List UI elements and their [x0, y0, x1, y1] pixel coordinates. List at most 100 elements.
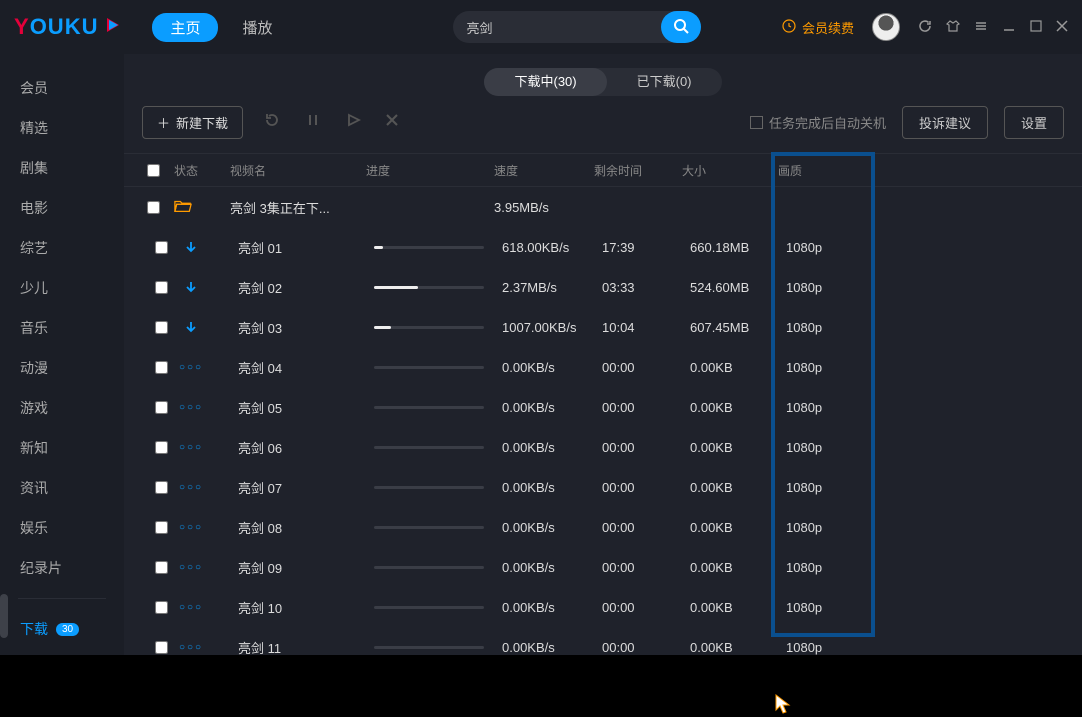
- sidebar-item[interactable]: 纪录片: [0, 548, 124, 588]
- folder-row[interactable]: 亮剑 3集正在下... 3.95MB/s: [124, 187, 1082, 227]
- tab-downloading[interactable]: 下载中(30): [484, 68, 606, 96]
- settings-button[interactable]: 设置: [1004, 106, 1064, 139]
- download-arrow-icon: [182, 278, 200, 296]
- table-row[interactable]: ○○○亮剑 090.00KB/s00:000.00KB1080p: [124, 547, 1082, 587]
- maximize-icon[interactable]: [1030, 19, 1042, 35]
- row-remain: 00:00: [602, 480, 690, 495]
- sidebar-item[interactable]: 动漫: [0, 348, 124, 388]
- row-speed: 0.00KB/s: [502, 480, 602, 495]
- body: 会员精选剧集电影综艺少儿音乐动漫游戏新知资讯娱乐纪录片 下载 30 上传 下载中…: [0, 54, 1082, 655]
- table-row[interactable]: ○○○亮剑 070.00KB/s00:000.00KB1080p: [124, 467, 1082, 507]
- col-header-remain: 剩余时间: [594, 162, 682, 179]
- play-icon[interactable]: [341, 108, 365, 137]
- sidebar-item-label: 会员: [20, 78, 48, 98]
- progress-bar: [374, 326, 484, 329]
- col-header-name: 视频名: [230, 162, 366, 179]
- sidebar-item-download[interactable]: 下载 30: [0, 609, 124, 649]
- sidebar-item[interactable]: 精选: [0, 108, 124, 148]
- sidebar-item[interactable]: 会员: [0, 68, 124, 108]
- top-bar: YOUKU 主页 播放 会员续费: [0, 0, 1082, 54]
- row-quality: 1080p: [786, 520, 860, 535]
- table-row[interactable]: ○○○亮剑 060.00KB/s00:000.00KB1080p: [124, 427, 1082, 467]
- sidebar-item-label: 音乐: [20, 318, 48, 338]
- auto-shutdown-toggle[interactable]: 任务完成后自动关机: [750, 113, 886, 132]
- sidebar-item-upload[interactable]: 上传: [0, 649, 124, 655]
- table-row[interactable]: ○○○亮剑 110.00KB/s00:000.00KB1080p: [124, 627, 1082, 655]
- refresh-icon[interactable]: [918, 19, 932, 36]
- restart-icon[interactable]: [259, 107, 285, 138]
- row-size: 0.00KB: [690, 480, 786, 495]
- sidebar-item-label: 剧集: [20, 158, 48, 178]
- sidebar-scrollbar[interactable]: [0, 594, 8, 638]
- search-button[interactable]: [661, 11, 701, 43]
- progress-bar: [374, 486, 484, 489]
- row-checkbox[interactable]: [155, 321, 168, 334]
- row-checkbox[interactable]: [155, 281, 168, 294]
- nav-play[interactable]: 播放: [242, 17, 272, 38]
- sidebar-item[interactable]: 新知: [0, 428, 124, 468]
- row-checkbox[interactable]: [155, 441, 168, 454]
- table-row[interactable]: 亮剑 031007.00KB/s10:04607.45MB1080p: [124, 307, 1082, 347]
- sidebar-item[interactable]: 音乐: [0, 308, 124, 348]
- nav-home[interactable]: 主页: [152, 13, 218, 42]
- row-checkbox[interactable]: [155, 521, 168, 534]
- member-renew-link[interactable]: 会员续费: [782, 18, 854, 37]
- row-size: 0.00KB: [690, 560, 786, 575]
- close-icon[interactable]: [1056, 19, 1068, 35]
- row-size: 0.00KB: [690, 360, 786, 375]
- folder-speed: 3.95MB/s: [494, 200, 594, 215]
- sidebar-item[interactable]: 娱乐: [0, 508, 124, 548]
- row-checkbox[interactable]: [155, 361, 168, 374]
- row-checkbox[interactable]: [147, 201, 160, 214]
- row-checkbox[interactable]: [155, 641, 168, 654]
- menu-icon[interactable]: [974, 19, 988, 36]
- row-quality: 1080p: [786, 400, 860, 415]
- sidebar-item[interactable]: 电影: [0, 188, 124, 228]
- download-rows: 亮剑 3集正在下... 3.95MB/s 亮剑 01618.00KB/s17:3…: [124, 187, 1082, 655]
- row-quality: 1080p: [786, 280, 860, 295]
- sidebar-item[interactable]: 综艺: [0, 228, 124, 268]
- checkbox-icon: [750, 116, 763, 129]
- sidebar-item[interactable]: 资讯: [0, 468, 124, 508]
- delete-icon[interactable]: [381, 109, 403, 136]
- sidebar-item[interactable]: 游戏: [0, 388, 124, 428]
- sidebar-item[interactable]: 剧集: [0, 148, 124, 188]
- tab-downloaded[interactable]: 已下载(0): [607, 68, 722, 96]
- sidebar: 会员精选剧集电影综艺少儿音乐动漫游戏新知资讯娱乐纪录片 下载 30 上传: [0, 54, 124, 655]
- row-checkbox[interactable]: [155, 601, 168, 614]
- search-input[interactable]: [453, 20, 661, 35]
- avatar[interactable]: [872, 13, 900, 41]
- row-checkbox[interactable]: [155, 561, 168, 574]
- topbar-right: 会员续费: [782, 13, 1068, 41]
- feedback-button[interactable]: 投诉建议: [902, 106, 988, 139]
- table-row[interactable]: ○○○亮剑 040.00KB/s00:000.00KB1080p: [124, 347, 1082, 387]
- youku-logo[interactable]: YOUKU: [14, 14, 122, 40]
- new-download-button[interactable]: ＋ 新建下载: [142, 106, 243, 139]
- folder-name: 亮剑 3集正在下...: [230, 198, 366, 217]
- pause-icon[interactable]: [301, 108, 325, 137]
- table-row[interactable]: ○○○亮剑 050.00KB/s00:000.00KB1080p: [124, 387, 1082, 427]
- row-checkbox[interactable]: [155, 241, 168, 254]
- minimize-icon[interactable]: [1002, 19, 1016, 36]
- row-checkbox[interactable]: [155, 481, 168, 494]
- plus-icon: ＋: [157, 113, 170, 132]
- logo-play-icon: [104, 14, 122, 40]
- table-header: 状态 视频名 进度 速度 剩余时间 大小 画质: [124, 153, 1082, 187]
- sidebar-item[interactable]: 少儿: [0, 268, 124, 308]
- row-remain: 00:00: [602, 600, 690, 615]
- table-row[interactable]: ○○○亮剑 100.00KB/s00:000.00KB1080p: [124, 587, 1082, 627]
- table-row[interactable]: 亮剑 022.37MB/s03:33524.60MB1080p: [124, 267, 1082, 307]
- shirt-icon[interactable]: [946, 19, 960, 36]
- select-all-checkbox[interactable]: [147, 164, 160, 177]
- table-row[interactable]: ○○○亮剑 080.00KB/s00:000.00KB1080p: [124, 507, 1082, 547]
- waiting-icon: ○○○: [182, 638, 200, 655]
- sidebar-item-label: 少儿: [20, 278, 48, 298]
- waiting-icon: ○○○: [182, 518, 200, 536]
- row-speed: 1007.00KB/s: [502, 320, 602, 335]
- row-checkbox[interactable]: [155, 401, 168, 414]
- row-remain: 00:00: [602, 400, 690, 415]
- row-size: 0.00KB: [690, 520, 786, 535]
- row-quality: 1080p: [786, 560, 860, 575]
- row-size: 0.00KB: [690, 440, 786, 455]
- table-row[interactable]: 亮剑 01618.00KB/s17:39660.18MB1080p: [124, 227, 1082, 267]
